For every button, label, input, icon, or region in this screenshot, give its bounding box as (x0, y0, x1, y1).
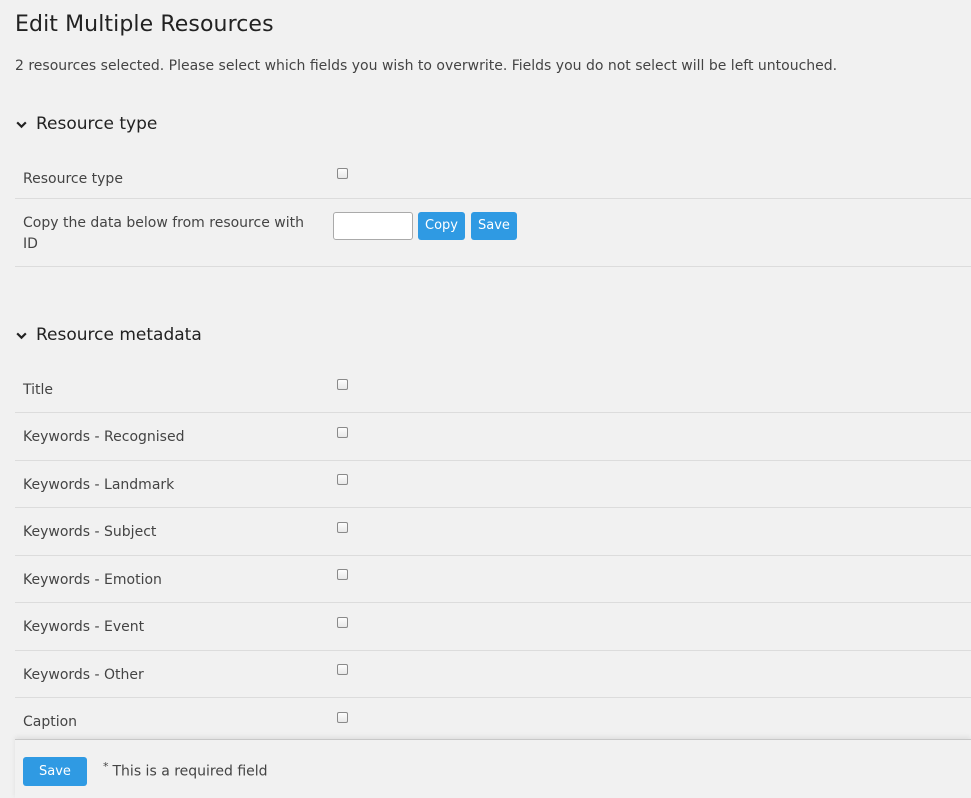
edit-multiple-resources-page: Edit Multiple Resources 2 resources sele… (0, 0, 971, 798)
save-button-copy[interactable]: Save (471, 212, 517, 240)
field-checkbox[interactable] (337, 712, 348, 723)
field-checkbox[interactable] (337, 379, 348, 390)
copy-button[interactable]: Copy (418, 212, 465, 240)
field-checkbox[interactable] (337, 168, 348, 179)
field-label: Title (23, 382, 54, 398)
intro-text: 2 resources selected. Please select whic… (15, 58, 838, 74)
field-row-title: Title (15, 366, 971, 413)
field-checkbox[interactable] (337, 664, 348, 675)
field-row-resource-type: Resource type (15, 152, 971, 199)
field-row-keywords-event: Keywords - Event (15, 603, 971, 651)
field-row-keywords-landmark: Keywords - Landmark (15, 461, 971, 508)
chevron-down-icon (15, 329, 28, 342)
copy-from-row: Copy the data below from resource with I… (15, 199, 971, 267)
field-label: Keywords - Other (23, 667, 144, 683)
field-label: Keywords - Landmark (23, 477, 175, 493)
field-label: Keywords - Event (23, 619, 145, 635)
field-checkbox[interactable] (337, 569, 348, 580)
field-label: Keywords - Emotion (23, 572, 162, 588)
save-button[interactable]: Save (23, 757, 87, 786)
field-label: Keywords - Recognised (23, 429, 185, 445)
chevron-down-icon (15, 118, 28, 131)
section-header-resource-type[interactable]: Resource type (15, 114, 157, 134)
field-row-keywords-recognised: Keywords - Recognised (15, 413, 971, 461)
field-row-keywords-emotion: Keywords - Emotion (15, 556, 971, 603)
field-row-keywords-other: Keywords - Other (15, 651, 971, 698)
section-title: Resource metadata (36, 325, 202, 345)
field-checkbox[interactable] (337, 427, 348, 438)
section-header-resource-metadata[interactable]: Resource metadata (15, 325, 202, 345)
field-row-keywords-subject: Keywords - Subject (15, 508, 971, 556)
copy-id-input[interactable] (333, 212, 413, 240)
field-checkbox[interactable] (337, 474, 348, 485)
field-checkbox[interactable] (337, 617, 348, 628)
required-note-text: This is a required field (112, 763, 268, 780)
sticky-footer: Save * This is a required field (15, 739, 971, 798)
field-label: Keywords - Subject (23, 524, 157, 540)
section-title: Resource type (36, 114, 158, 134)
page-title: Edit Multiple Resources (15, 12, 274, 37)
required-field-note: * This is a required field (103, 760, 268, 780)
copy-label: Copy the data below from resource with I… (23, 215, 304, 252)
field-label: Resource type (23, 171, 123, 187)
field-checkbox[interactable] (337, 522, 348, 533)
required-asterisk: * (103, 760, 109, 773)
field-label: Caption (23, 714, 78, 730)
